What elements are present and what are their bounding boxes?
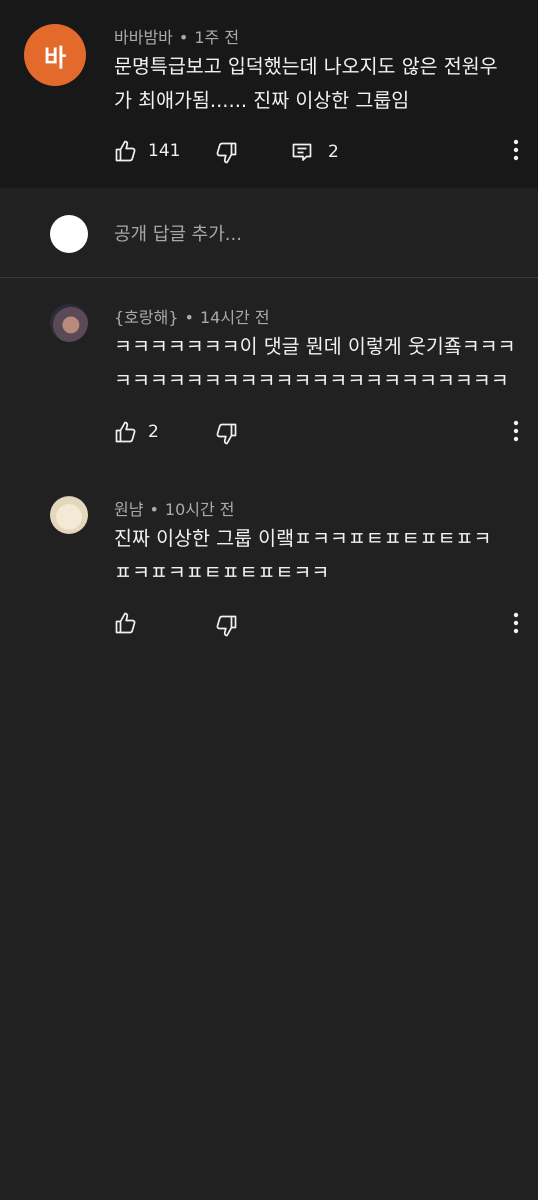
comment-time: 14시간 전: [199, 308, 270, 327]
comment-text: 문명특급보고 입덕했는데 나오지도 않은 전원우 가 최애가됨...... 진짜…: [114, 55, 498, 112]
comment-meta: 원냠 • 10시간 전: [114, 496, 235, 520]
meta-separator: •: [184, 308, 194, 327]
like-count: 141: [148, 141, 181, 161]
comment-time: 1주 전: [194, 28, 240, 47]
avatar[interactable]: 바: [24, 24, 86, 86]
more-options-button[interactable]: [504, 139, 528, 165]
user-avatar: [50, 215, 88, 253]
comment-text: ㅋㅋㅋㅋㅋㅋㅋ이 댓글 뭔데 이렇게 웃기죸ㅋㅋㅋ ㅋㅋㅋㅋㅋㅋㅋㅋㅋㅋㅋㅋㅋㅋ…: [114, 335, 516, 392]
add-reply-bar[interactable]: 공개 답글 추가...: [0, 188, 538, 278]
more-options-button[interactable]: [504, 612, 528, 638]
more-vertical-icon: [513, 420, 519, 446]
comment-text: 진짜 이상한 그룹 이랰ㅍㅋㅋㅍㅌㅍㅌㅍㅌㅍㅋ ㅍㅋㅍㅋㅍㅌㅍㅌㅍㅌㅋㅋ: [114, 527, 492, 584]
like-button[interactable]: 2: [114, 420, 159, 444]
comments-screen: 바 바바밤바 • 1주 전 문명특급보고 입덕했는데 나오지도 않은 전원우 가 최…: [0, 0, 538, 1200]
reply-button[interactable]: 2: [290, 140, 339, 164]
thumbs-up-icon: [114, 611, 138, 635]
comment-time: 10시간 전: [164, 500, 235, 519]
avatar[interactable]: [50, 304, 88, 342]
meta-separator: •: [178, 28, 189, 47]
author-name[interactable]: {호랑해}: [114, 308, 179, 327]
meta-separator: •: [149, 500, 159, 519]
like-button[interactable]: [114, 611, 148, 635]
parent-comment: 바 바바밤바 • 1주 전 문명특급보고 입덕했는데 나오지도 않은 전원우 가 최…: [0, 0, 538, 188]
thumbs-down-icon: [214, 614, 238, 638]
comment-icon: [290, 140, 314, 164]
like-button[interactable]: 141: [114, 139, 180, 163]
thumbs-down-icon: [214, 141, 238, 165]
author-name[interactable]: 원냠: [114, 500, 143, 519]
dislike-button[interactable]: [214, 422, 238, 446]
like-count: 2: [148, 422, 159, 442]
thumbs-down-icon: [214, 422, 238, 446]
more-options-button[interactable]: [504, 420, 528, 446]
dislike-button[interactable]: [214, 141, 238, 165]
more-vertical-icon: [513, 139, 519, 165]
more-vertical-icon: [513, 612, 519, 638]
comment-meta: 바바밤바 • 1주 전: [114, 24, 239, 48]
thumbs-up-icon: [114, 420, 138, 444]
reply-input[interactable]: 공개 답글 추가...: [114, 220, 242, 246]
avatar[interactable]: [50, 496, 88, 534]
dislike-button[interactable]: [214, 614, 238, 638]
reply-count: 2: [328, 142, 339, 162]
thumbs-up-icon: [114, 139, 138, 163]
author-name[interactable]: 바바밤바: [114, 28, 173, 47]
comment-meta: {호랑해} • 14시간 전: [114, 304, 270, 328]
